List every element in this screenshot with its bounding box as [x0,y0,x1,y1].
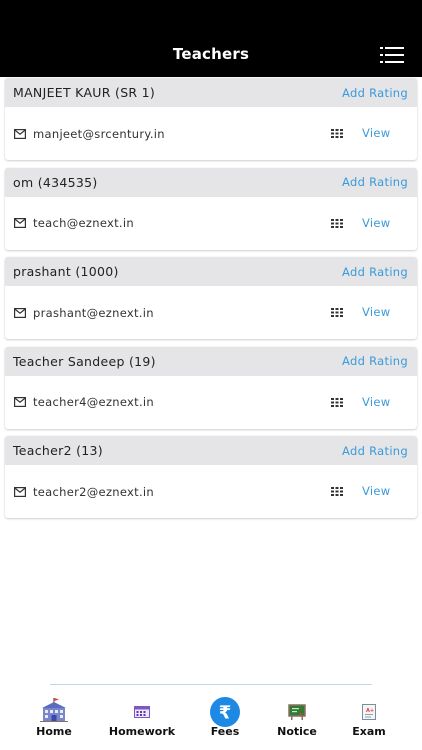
add-rating-link[interactable]: Add Rating [342,354,408,368]
teacher-name: prashant (1000) [13,264,119,279]
nav-homework[interactable]: Homework [108,698,176,750]
view-link[interactable]: View [362,484,391,498]
view-link[interactable]: View [362,305,391,319]
school-building-icon [40,698,68,722]
grid-icon[interactable] [331,129,343,138]
view-link[interactable]: View [362,395,391,409]
divider [50,684,372,685]
teacher-email: teacher4@eznext.in [33,395,154,409]
view-link[interactable]: View [362,216,391,230]
svg-text:A+: A+ [366,708,374,714]
teacher-card-header: MANJEET KAUR (SR 1) Add Rating [5,78,417,107]
svg-text:₹: ₹ [219,703,232,724]
add-rating-link[interactable]: Add Rating [342,175,408,189]
bottom-navigation: Home Homework ₹ Fees Notice A+ Exam [0,684,422,750]
teacher-card: Teacher2 (13) Add Rating teacher2@eznext… [5,436,417,518]
teacher-email: teach@eznext.in [33,216,134,230]
notice-board-icon [288,704,306,720]
add-rating-link[interactable]: Add Rating [342,86,408,100]
teacher-card-header: om (434535) Add Rating [5,167,417,197]
view-link[interactable]: View [362,126,391,140]
mail-icon [14,486,26,497]
teacher-card-body: teacher4@eznext.in View [5,376,417,429]
mail-icon [14,128,26,139]
grid-icon[interactable] [331,308,343,317]
nav-home[interactable]: Home [22,698,86,750]
grid-icon[interactable] [331,218,343,228]
teacher-card: MANJEET KAUR (SR 1) Add Rating manjeet@s… [5,78,417,160]
teacher-email: manjeet@srcentury.in [33,126,165,141]
rupee-icon: ₹ [210,697,240,727]
teacher-card-body: prashant@eznext.in View [5,286,417,339]
teacher-name: Teacher Sandeep (19) [13,353,156,369]
nav-fees-label: Fees [210,725,240,738]
nav-home-label: Home [36,725,72,738]
nav-exam[interactable]: A+ Exam [338,698,400,750]
teacher-card: om (434535) Add Rating teach@eznext.in V… [5,167,417,250]
grid-icon[interactable] [331,397,343,407]
teacher-email: prashant@eznext.in [33,305,154,320]
teacher-name: om (434535) [13,174,98,190]
teacher-card-header: prashant (1000) Add Rating [5,257,417,286]
teacher-card-body: manjeet@srcentury.in View [5,107,417,160]
teacher-card-body: teacher2@eznext.in View [5,465,417,518]
grid-icon[interactable] [331,487,343,496]
nav-notice[interactable]: Notice [266,698,328,750]
teacher-card: prashant (1000) Add Rating prashant@ezne… [5,257,417,339]
teacher-list: MANJEET KAUR (SR 1) Add Rating manjeet@s… [5,78,417,526]
teacher-card-header: Teacher2 (13) Add Rating [5,436,417,465]
add-rating-link[interactable]: Add Rating [342,265,408,279]
teacher-email: teacher2@eznext.in [33,484,154,499]
homework-calendar-icon [134,706,150,718]
teacher-card: Teacher Sandeep (19) Add Rating teacher4… [5,346,417,429]
nav-exam-label: Exam [352,725,386,738]
page-title: Teachers [172,45,250,63]
teacher-card-header: Teacher Sandeep (19) Add Rating [5,346,417,376]
nav-notice-label: Notice [277,725,317,738]
teacher-name: Teacher2 (13) [13,443,103,458]
hamburger-menu-icon[interactable] [380,46,404,64]
teacher-name: MANJEET KAUR (SR 1) [13,85,156,100]
exam-paper-icon: A+ [362,704,376,720]
nav-homework-label: Homework [108,725,176,738]
top-app-bar: Teachers [0,0,422,77]
teacher-card-body: teach@eznext.in View [5,197,417,250]
nav-fees[interactable]: ₹ Fees [194,697,256,750]
add-rating-link[interactable]: Add Rating [342,444,408,458]
mail-icon [14,307,26,318]
mail-icon [14,397,26,407]
mail-icon [14,218,26,228]
